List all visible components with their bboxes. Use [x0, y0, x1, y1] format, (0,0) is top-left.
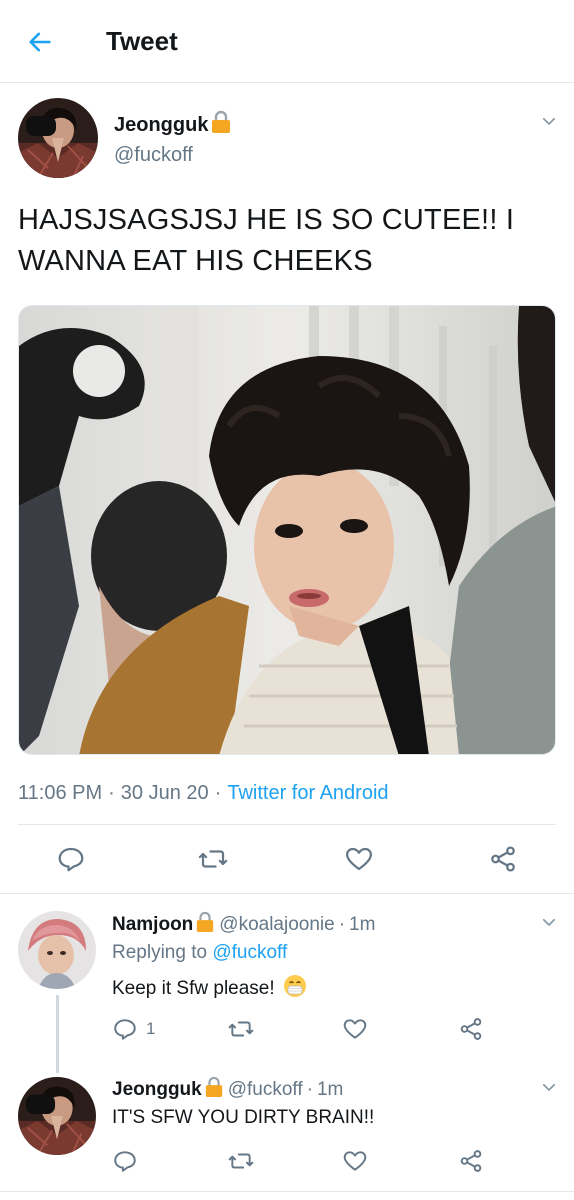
tweet-text: HAJSJSAGSJSJ HE IS SO CUTEE!! I WANNA EA…: [18, 204, 515, 277]
share-button[interactable]: [458, 1016, 484, 1042]
author-handle[interactable]: @fuckoff: [114, 144, 193, 167]
back-button[interactable]: [22, 24, 58, 60]
chevron-down-icon: [542, 117, 556, 125]
reply-button[interactable]: [56, 844, 86, 874]
lock-icon: [195, 911, 215, 939]
share-icon: [460, 1018, 482, 1040]
author-name[interactable]: Jeongguk: [114, 110, 232, 140]
time-separator: ·: [338, 914, 346, 935]
author-handle: @koalajoonie: [219, 914, 335, 935]
retweet-button[interactable]: [228, 1148, 254, 1174]
reply-text-body: IT'S SFW YOU DIRTY BRAIN!!: [112, 1107, 375, 1128]
share-icon: [460, 1150, 482, 1172]
like-button[interactable]: [344, 844, 374, 874]
tweet-menu-button[interactable]: [538, 911, 560, 933]
display-name: Namjoon: [112, 914, 194, 935]
tweet-time: 11:06 PM: [18, 782, 103, 804]
display-name: Jeongguk: [114, 113, 209, 136]
retweet-icon: [228, 1021, 254, 1037]
retweet-button[interactable]: [228, 1016, 254, 1042]
tweet-date[interactable]: 30 Jun 20: [121, 782, 209, 804]
reply-avatar[interactable]: [18, 911, 96, 989]
replying-to: Replying to @fuckoff: [112, 942, 287, 964]
reply-button[interactable]: [112, 1148, 138, 1174]
tweet-meta: 11:06 PM · 30 Jun 20 · Twitter for Android: [18, 782, 389, 805]
tweet-photo[interactable]: [18, 305, 556, 755]
tweet-source-link[interactable]: Twitter for Android: [227, 782, 388, 804]
time-separator: ·: [306, 1079, 313, 1100]
like-icon: [343, 1151, 367, 1171]
reply-count: 1: [146, 1019, 156, 1038]
share-button[interactable]: [458, 1148, 484, 1174]
replying-label: Replying to: [112, 942, 208, 963]
tweet-menu-button[interactable]: [538, 110, 560, 132]
retweet-button[interactable]: [198, 844, 228, 874]
reply-icon: [114, 1019, 136, 1040]
replying-to-handle-link[interactable]: @fuckoff: [212, 942, 287, 963]
reply-time: 1m: [316, 1079, 344, 1100]
share-button[interactable]: [488, 844, 518, 874]
lock-icon: [204, 1076, 224, 1104]
like-button[interactable]: [342, 1016, 368, 1042]
reply-avatar[interactable]: [18, 1077, 96, 1155]
like-button[interactable]: [342, 1148, 368, 1174]
divider: [0, 893, 574, 894]
author-handle: @fuckoff: [227, 1079, 303, 1100]
lock-icon: [210, 110, 232, 140]
tweet-menu-button[interactable]: [538, 1076, 560, 1098]
reply-author[interactable]: Namjoon @koalajoonie · 1m: [112, 911, 375, 939]
top-bar: Tweet: [0, 0, 574, 83]
reply-icon: [114, 1151, 136, 1172]
divider: [18, 824, 556, 825]
reply-text-body: Keep it Sfw please!: [112, 978, 275, 999]
reply-author[interactable]: Jeongguk @fuckoff · 1m: [112, 1076, 343, 1104]
like-icon: [343, 1019, 367, 1039]
reply-text: IT'S SFW YOU DIRTY BRAIN!!: [112, 1107, 374, 1129]
share-icon: [491, 846, 515, 872]
meta-separator: ·: [108, 782, 115, 804]
retweet-icon: [198, 850, 228, 868]
like-icon: [346, 847, 372, 871]
meta-separator: ·: [214, 782, 222, 804]
reply-time: 1m: [349, 914, 376, 935]
divider: [0, 1191, 574, 1192]
reply-text: Keep it Sfw please!: [112, 974, 307, 1004]
reply-button[interactable]: 1: [112, 1016, 155, 1042]
emoji-mask-icon: [283, 974, 307, 1004]
display-name: Jeongguk: [112, 1079, 202, 1100]
avatar[interactable]: [18, 98, 98, 178]
retweet-icon: [228, 1153, 254, 1169]
page-title: Tweet: [106, 26, 178, 56]
chevron-down-icon: [542, 918, 556, 926]
back-arrow-icon: [29, 32, 51, 52]
thread-line: [56, 995, 59, 1073]
chevron-down-icon: [542, 1083, 556, 1091]
reply-icon: [58, 847, 84, 872]
